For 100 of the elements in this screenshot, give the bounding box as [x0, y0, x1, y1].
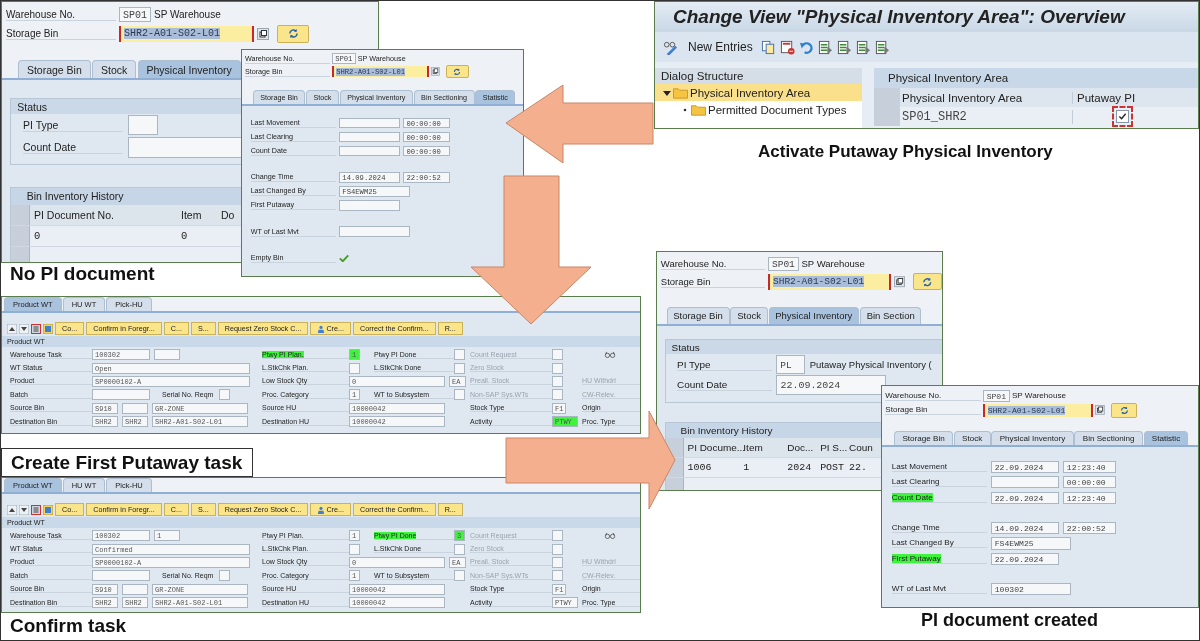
glasses-icon[interactable] [604, 350, 616, 360]
document-icon[interactable] [855, 39, 871, 55]
input-field[interactable] [454, 570, 465, 582]
refresh-button[interactable] [1111, 403, 1138, 418]
folder-icon [673, 86, 688, 99]
tab[interactable]: Storage Bin [18, 60, 91, 79]
input-field[interactable] [127, 115, 158, 136]
input-field[interactable] [349, 362, 360, 374]
copy-icon[interactable] [257, 27, 269, 40]
warehouse-field[interactable]: SP01 [768, 256, 799, 271]
input-field[interactable] [454, 349, 465, 361]
copy-icon[interactable] [894, 276, 906, 288]
copy-icon[interactable] [1095, 405, 1105, 416]
copy-icon[interactable] [431, 67, 440, 76]
layout-icon[interactable] [43, 504, 53, 515]
tab[interactable]: Statistic [1143, 430, 1189, 446]
tab[interactable]: Stock [92, 60, 137, 79]
layout-icon[interactable] [43, 323, 53, 334]
person-icon [317, 324, 326, 333]
refresh-button[interactable] [445, 65, 469, 79]
input-field[interactable] [454, 389, 465, 401]
new-entries-button[interactable]: New Entries [682, 40, 757, 54]
date-field[interactable]: 14.09.2024 [991, 521, 1060, 534]
input-field[interactable] [122, 402, 148, 414]
column-header[interactable]: Putaway PI [1073, 91, 1167, 104]
date-field[interactable] [339, 199, 400, 211]
field-description: Putaway Physical Inventory ( [809, 359, 932, 371]
pencil-icon[interactable] [663, 39, 678, 55]
date-field[interactable]: 22.09.2024 [991, 553, 1060, 566]
column-header[interactable]: Item [743, 441, 788, 453]
row-selector[interactable] [874, 88, 900, 107]
arrow-down-icon[interactable] [19, 504, 29, 515]
delete-icon[interactable] [779, 39, 795, 55]
time-field[interactable]: 00:00:00 [1063, 476, 1117, 489]
date-field[interactable]: 22.09.2024 [991, 460, 1060, 473]
undo-icon[interactable] [798, 39, 814, 55]
table-title: Bin Inventory History [680, 424, 773, 436]
date-field[interactable] [339, 117, 400, 129]
date-field[interactable] [339, 145, 400, 157]
column-header[interactable]: PI S... [820, 441, 850, 453]
input-field[interactable] [122, 583, 148, 595]
column-header[interactable]: Do [220, 208, 242, 221]
tree-item[interactable]: Permitted Document Types [655, 101, 862, 118]
warehouse-name: SP Warehouse [154, 9, 221, 20]
input-field[interactable]: 100302 [991, 582, 1071, 595]
column-header[interactable]: Item [181, 208, 221, 221]
tab[interactable]: Bin Sectioning [1074, 430, 1143, 446]
arrow-up-icon[interactable] [7, 504, 17, 515]
tab[interactable]: Stock [953, 430, 991, 446]
document-icon[interactable] [817, 39, 833, 55]
input-field[interactable] [454, 362, 465, 374]
input-field[interactable] [349, 543, 360, 555]
glasses-icon[interactable] [604, 531, 616, 541]
column-header[interactable]: Coun [849, 441, 873, 453]
refresh-button[interactable] [912, 273, 942, 291]
time-field[interactable]: 22:00:52 [1063, 521, 1117, 534]
tab[interactable]: Storage Bin [666, 307, 730, 324]
document-icon[interactable] [874, 39, 890, 55]
document-icon[interactable] [836, 39, 852, 55]
input-field[interactable]: FS4EWM25 [991, 537, 1071, 550]
person-icon [317, 505, 326, 514]
details-icon[interactable] [31, 504, 41, 515]
tab[interactable]: Physical Inventory [137, 60, 241, 79]
tab[interactable]: Storage Bin [894, 430, 953, 446]
input-field[interactable] [154, 349, 180, 361]
date-field[interactable] [339, 131, 400, 143]
row-selector[interactable] [874, 107, 900, 126]
time-field[interactable]: 12:23:40 [1063, 492, 1117, 505]
column-header[interactable]: Physical Inventory Area [902, 91, 1073, 104]
time-field[interactable]: 12:23:40 [1063, 460, 1117, 473]
input-field[interactable] [219, 570, 231, 582]
input-field[interactable]: PL [776, 355, 805, 375]
date-field[interactable] [991, 476, 1060, 489]
date-field[interactable]: 22.09.2024 [991, 492, 1060, 505]
refresh-button[interactable] [277, 24, 309, 43]
tree-item[interactable]: Physical Inventory Area [655, 84, 862, 101]
storage-bin-field[interactable]: SHR2-A01-S02-L01 [983, 403, 1093, 417]
column-header[interactable]: PI Document No. [34, 208, 181, 221]
warehouse-field[interactable]: SP01 [119, 7, 151, 22]
tab[interactable]: Bin Section [859, 307, 922, 324]
input-field[interactable] [92, 570, 150, 582]
warehouse-field[interactable]: SP01 [983, 389, 1010, 402]
input-field[interactable] [454, 543, 465, 555]
arrow-down-icon[interactable] [19, 323, 29, 334]
input-field[interactable] [339, 226, 410, 238]
input-field[interactable] [127, 136, 244, 158]
field-label: Last Changed By [891, 538, 954, 548]
details-icon[interactable] [31, 323, 41, 334]
tab[interactable]: Physical Inventory [768, 307, 859, 324]
column-header[interactable]: PI Docume... [687, 441, 744, 453]
storage-bin-field[interactable]: SHR2-A01-S02-L01 [119, 25, 254, 42]
tab[interactable]: Stock [730, 307, 768, 324]
storage-bin-field[interactable]: SHR2-A01-S02-L01 [768, 274, 892, 290]
input-field[interactable] [92, 389, 150, 401]
tab[interactable]: Physical Inventory [991, 430, 1074, 446]
input-field[interactable] [219, 389, 231, 401]
table-cell-text: 1 [743, 461, 751, 473]
caret-icon[interactable] [663, 88, 671, 97]
column-header[interactable]: Doc... [787, 441, 821, 453]
arrow-up-icon[interactable] [7, 323, 17, 334]
